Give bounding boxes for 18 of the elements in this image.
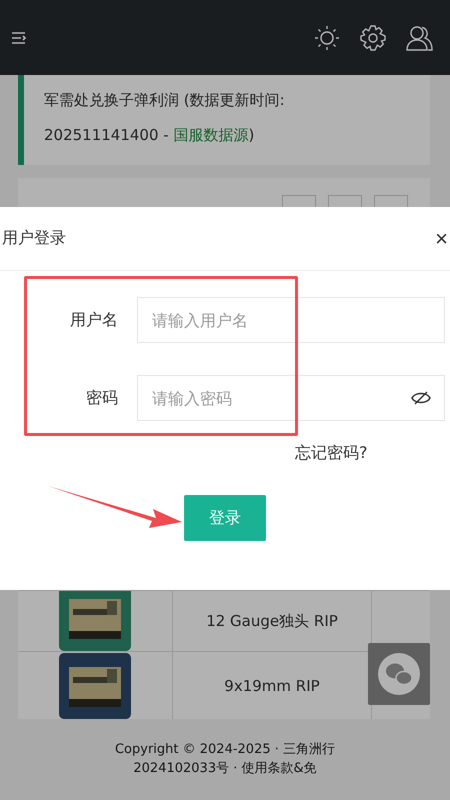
eye-slash-icon[interactable]	[411, 391, 431, 405]
data-source-link[interactable]: 国服数据源	[173, 126, 248, 144]
close-button[interactable]: ×	[433, 228, 450, 250]
users-icon[interactable]	[406, 24, 434, 50]
chat-bubbles-icon	[378, 653, 420, 695]
input-field[interactable]: 请输入密码	[137, 375, 445, 421]
menu-icon[interactable]	[11, 30, 27, 44]
footer-text: 2024102033号 · 使用条款&免	[133, 760, 317, 778]
forgot-password-link[interactable]: 忘记密码?	[295, 443, 368, 462]
field-label: 密码	[85, 388, 118, 408]
notice-text: 军需处兑换子弹利润 (数据更新时间: 202511141400 - 国服数据源)	[44, 90, 286, 146]
input-field[interactable]: 请输入用户名	[137, 297, 445, 343]
field-label: 用户名	[69, 310, 118, 330]
footer-text: Copyright © 2024-2025 · 三角洲行	[114, 741, 336, 759]
sun-icon[interactable]	[314, 24, 340, 50]
dialog-title: 用户登录	[2, 228, 66, 249]
settings-icon[interactable]	[360, 24, 386, 50]
wechat-button[interactable]	[368, 643, 430, 705]
